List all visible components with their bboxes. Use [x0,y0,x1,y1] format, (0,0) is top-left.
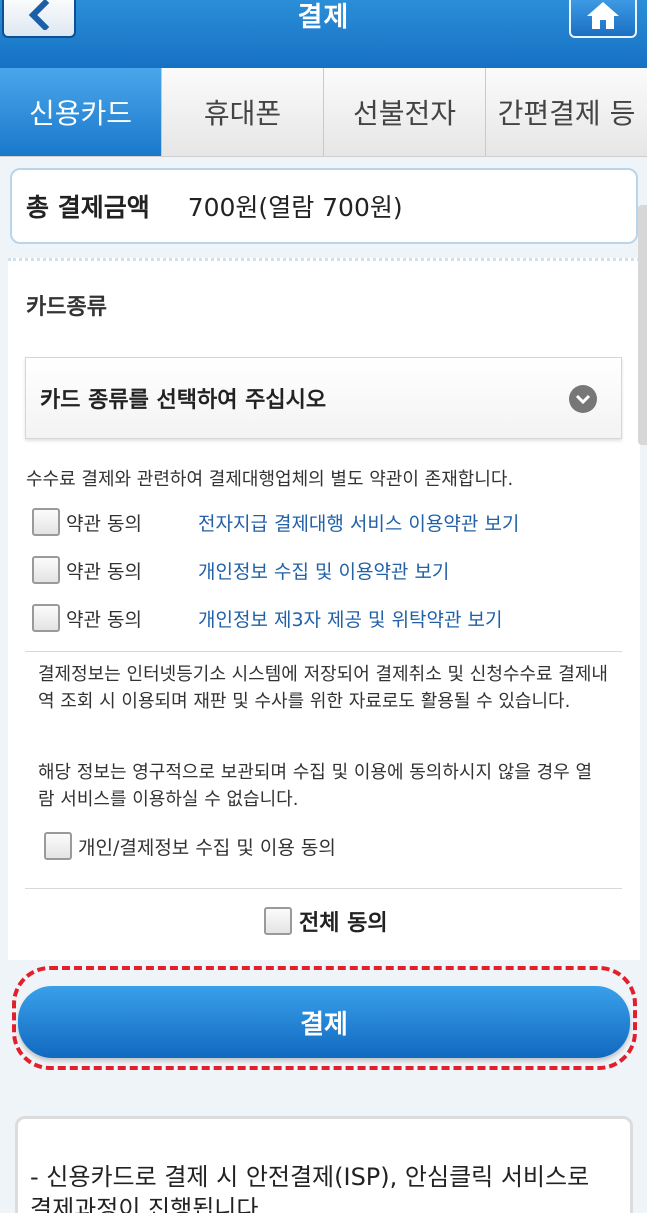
info-box: - 신용카드로 결제 시 안전결제(ISP), 안심클릭 서비스로 결제과정이 … [15,1116,633,1213]
terms-row: 약관 동의 개인정보 수집 및 이용약관 보기 [32,555,449,585]
terms-notice: 수수료 결제와 관련하여 결제대행업체의 별도 약관이 존재합니다. [26,469,514,490]
terms-row: 약관 동의 개인정보 제3자 제공 및 위탁약관 보기 [32,603,503,633]
terms-agree-label: 약관 동의 [66,560,142,583]
home-icon [587,2,619,29]
all-agree-checkbox[interactable] [264,907,292,935]
privacy-consent-label: 개인/결제정보 수집 및 이용 동의 [78,836,336,859]
terms-link-payment-service[interactable]: 전자지급 결제대행 서비스 이용약관 보기 [198,509,519,536]
payment-method-tabs: 신용카드 휴대폰 선불전자 간편결제 등 [0,68,647,157]
terms-checkbox[interactable] [32,556,60,584]
privacy-paragraph: 해당 정보는 영구적으로 보관되며 수집 및 이용에 동의하시지 않을 경우 열… [38,762,593,810]
all-agree-label: 전체 동의 [299,911,388,936]
tab-easy-pay[interactable]: 간편결제 등 [485,68,647,156]
terms-checkbox[interactable] [32,508,60,536]
terms-row: 약관 동의 전자지급 결제대행 서비스 이용약관 보기 [32,507,519,537]
card-type-label: 카드종류 [26,295,107,320]
chevron-down-icon [569,385,597,413]
all-agree-row: 전체 동의 [264,905,388,937]
home-button[interactable] [569,0,637,38]
divider [25,888,622,889]
terms-link-privacy-collection[interactable]: 개인정보 수집 및 이용약관 보기 [198,557,449,584]
tab-credit-card[interactable]: 신용카드 [0,68,161,156]
pay-button[interactable]: 결제 [18,986,630,1058]
info-text: - 신용카드로 결제 시 안전결제(ISP), 안심클릭 서비스로 결제과정이 … [30,1163,590,1213]
header-bar: 결제 [0,0,647,68]
total-amount-label: 총 결제금액 [26,193,150,222]
privacy-paragraph: 결제정보는 인터넷등기소 시스템에 저장되어 결제취소 및 신청수수료 결제내역… [38,664,608,712]
privacy-consent-checkbox[interactable] [44,832,72,860]
privacy-consent-row: 개인/결제정보 수집 및 이용 동의 [44,831,336,861]
total-amount-box: 총 결제금액 700원(열람 700원) [10,168,638,244]
card-type-select[interactable]: 카드 종류를 선택하여 주십시오 [25,357,622,439]
payment-form-panel: 카드종류 카드 종류를 선택하여 주십시오 수수료 결제와 관련하여 결제대행업… [8,258,640,960]
terms-agree-label: 약관 동의 [66,608,142,631]
terms-checkbox[interactable] [32,604,60,632]
divider [25,651,622,652]
scrollbar-thumb[interactable] [638,205,647,445]
terms-agree-label: 약관 동의 [66,512,142,535]
tab-prepaid[interactable]: 선불전자 [323,68,485,156]
total-amount-value: 700원(열람 700원) [187,193,403,222]
terms-link-third-party[interactable]: 개인정보 제3자 제공 및 위탁약관 보기 [198,605,503,632]
tab-mobile-phone[interactable]: 휴대폰 [161,68,323,156]
card-type-select-value: 카드 종류를 선택하여 주십시오 [40,388,327,413]
page-title: 결제 [297,2,350,33]
